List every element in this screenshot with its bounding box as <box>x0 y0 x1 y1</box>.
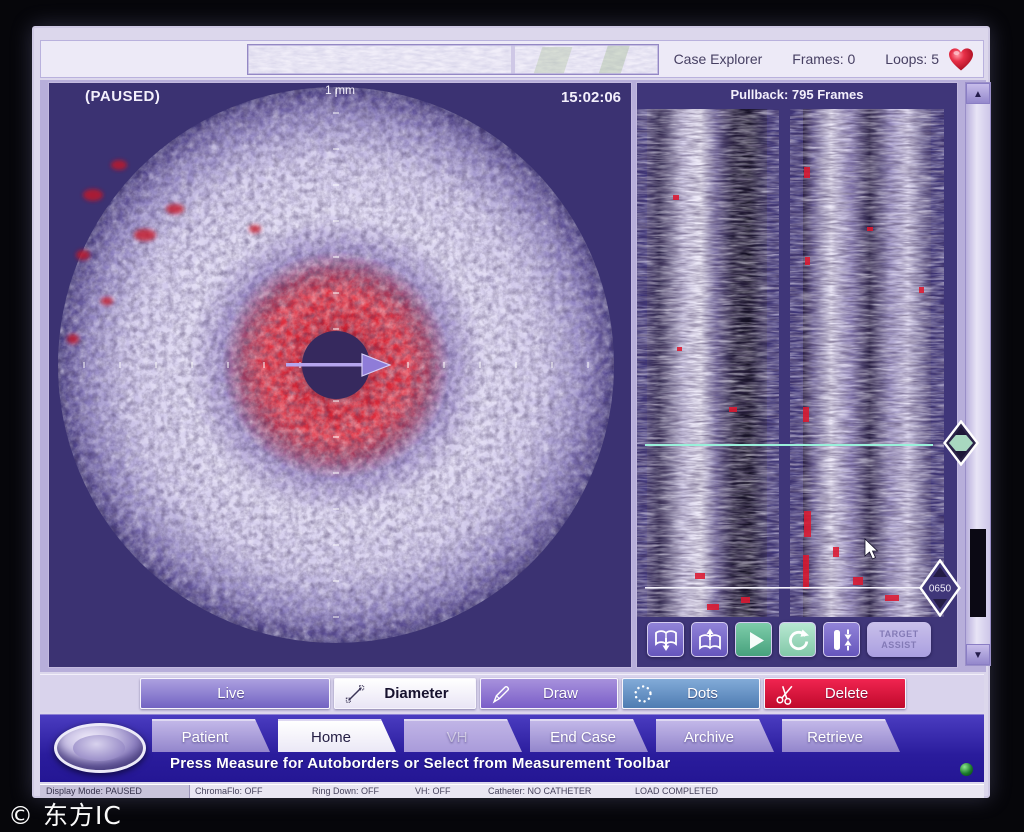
case-info: Case Explorer Frames: 0 Loops: 5 <box>674 41 939 77</box>
current-frame-line <box>645 444 933 446</box>
scroll-down-button[interactable]: ▼ <box>966 644 990 665</box>
measurement-toolbar: Live Diameter Draw Dots <box>40 674 984 712</box>
tab-end-case[interactable]: End Case <box>530 719 648 752</box>
frame-number-label: 0650 <box>929 584 952 595</box>
scroll-up-button[interactable]: ▲ <box>966 83 990 104</box>
diameter-label: Diameter <box>366 685 475 702</box>
status-strip: Display Mode: PAUSED ChromaFlo: OFF Ring… <box>40 784 984 798</box>
target-assist-button[interactable]: TARGET ASSIST <box>867 622 931 657</box>
pullback-panel: Pullback: 795 Frames <box>636 82 958 668</box>
frames-count: Frames: 0 <box>792 51 855 67</box>
knob-dome <box>73 735 125 761</box>
delete-label: Delete <box>796 685 905 702</box>
draw-label: Draw <box>512 685 617 702</box>
refresh-icon <box>785 627 811 653</box>
dots-circle-icon <box>632 683 654 705</box>
tab-vh[interactable]: VH <box>404 719 522 752</box>
vh-status: VH: OFF <box>415 785 451 798</box>
frame-step-button[interactable] <box>823 622 860 657</box>
play-icon <box>741 627 767 653</box>
tab-patient[interactable]: Patient <box>152 719 270 752</box>
draw-button[interactable]: Draw <box>480 678 618 709</box>
loops-count: Loops: 5 <box>885 51 939 67</box>
watermark: © 东方IC <box>8 796 122 832</box>
case-explorer-label[interactable]: Case Explorer <box>674 51 763 67</box>
pencil-icon <box>490 683 512 705</box>
chromaflo-status: ChromaFlo: OFF <box>195 785 263 798</box>
frame-compress-icon <box>829 627 855 653</box>
main-tabs: Patient Home VH End Case Archive Retriev… <box>152 719 908 752</box>
dots-label: Dots <box>654 685 759 702</box>
bottom-panel: Patient Home VH End Case Archive Retriev… <box>40 714 984 782</box>
tab-home-label: Home <box>311 729 351 746</box>
tab-patient-label: Patient <box>182 729 229 746</box>
diameter-icon <box>344 683 366 705</box>
pullback-toolbar: TARGET ASSIST <box>647 622 938 657</box>
main-area: (PAUSED) 1 mm 15:02:06 Pullback: 795 Fra… <box>40 80 986 672</box>
timestamp: 15:02:06 <box>561 89 621 106</box>
console-knob[interactable] <box>54 723 146 773</box>
diameter-button[interactable]: Diameter <box>334 678 476 709</box>
loop-thumbnails <box>248 45 658 74</box>
tab-end-case-label: End Case <box>550 729 616 746</box>
scrollbar-thumb[interactable] <box>970 529 986 617</box>
heartbeat-icon <box>947 46 975 72</box>
target-assist-label-1: TARGET <box>879 629 918 640</box>
play-button[interactable] <box>735 622 772 657</box>
status-indicator-light <box>960 763 973 776</box>
book-up-icon <box>697 627 723 653</box>
pullback-header: Pullback: 795 Frames <box>637 87 957 102</box>
bookmark-frame-handle[interactable]: 0650 <box>919 559 961 617</box>
book-down-icon <box>653 627 679 653</box>
catheter-status: Catheter: NO CATHETER <box>488 785 591 798</box>
tab-home[interactable]: Home <box>278 719 396 752</box>
load-status: LOAD COMPLETED <box>635 785 718 798</box>
tab-archive[interactable]: Archive <box>656 719 774 752</box>
scale-label: 1 mm <box>49 83 631 97</box>
delete-button[interactable]: Delete <box>764 678 906 709</box>
ivus-panel: (PAUSED) 1 mm 15:02:06 <box>48 82 632 668</box>
tab-archive-label: Archive <box>684 729 734 746</box>
scissors-icon <box>774 683 796 705</box>
bookmark-frame-line <box>645 587 933 589</box>
bookmark-save-button[interactable] <box>647 622 684 657</box>
pullback-longitudinal-image[interactable] <box>637 109 957 617</box>
tab-retrieve-label: Retrieve <box>807 729 863 746</box>
monitor-screen: Case Explorer Frames: 0 Loops: 5 <box>32 26 990 798</box>
live-label: Live <box>141 685 329 702</box>
live-button[interactable]: Live <box>140 678 330 709</box>
tab-retrieve[interactable]: Retrieve <box>782 719 900 752</box>
top-bar: Case Explorer Frames: 0 Loops: 5 <box>40 40 984 78</box>
current-frame-handle[interactable] <box>943 420 979 466</box>
target-assist-label-2: ASSIST <box>881 640 917 651</box>
instruction-message: Press Measure for Autoborders or Select … <box>170 755 670 772</box>
ivus-cross-section-image[interactable] <box>49 83 631 667</box>
bookmark-recall-button[interactable] <box>691 622 728 657</box>
dots-button[interactable]: Dots <box>622 678 760 709</box>
loop-replay-button[interactable] <box>779 622 816 657</box>
pullback-scrollbar[interactable]: ▲ ▼ <box>965 82 991 666</box>
tab-vh-label: VH <box>447 729 468 746</box>
ringdown-status: Ring Down: OFF <box>312 785 379 798</box>
loop-thumbnail-strip[interactable] <box>247 44 659 75</box>
